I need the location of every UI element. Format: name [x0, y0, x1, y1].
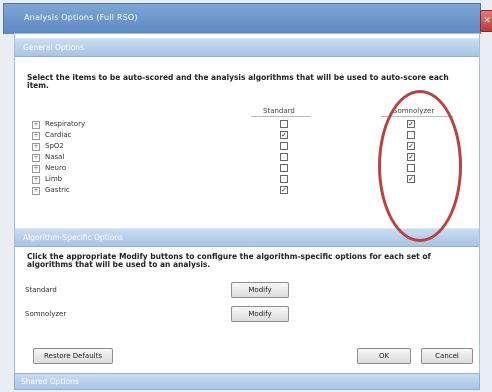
somnolyzer-algorithm-label: Somnolyzer: [25, 310, 67, 318]
close-icon[interactable]: ✕: [480, 10, 492, 32]
shared-options-label: Shared Options: [21, 377, 79, 386]
title-bar[interactable]: Analysis Options (Full RSO): [3, 3, 481, 34]
expand-icon[interactable]: +: [32, 132, 40, 140]
expand-icon[interactable]: +: [32, 121, 40, 129]
annotation-circle: [378, 90, 462, 242]
item-label: Gastric: [45, 186, 70, 194]
standard-checkbox[interactable]: [280, 142, 288, 150]
standard-checkbox[interactable]: [280, 186, 288, 194]
expand-icon[interactable]: +: [32, 165, 40, 173]
item-label: Neuro: [45, 164, 66, 172]
standard-checkbox[interactable]: [280, 131, 288, 139]
algorithm-instructions: Click the appropriate Modify buttons to …: [27, 252, 431, 269]
general-options-header[interactable]: General Options: [15, 38, 479, 57]
item-label: Nasal: [45, 153, 65, 161]
item-label: Limb: [45, 175, 63, 183]
standard-algorithm-label: Standard: [25, 286, 57, 294]
standard-checkbox[interactable]: [280, 175, 288, 183]
item-label: Cardiac: [45, 131, 72, 139]
general-instructions: Select the items to be auto-scored and t…: [27, 73, 449, 90]
cancel-button[interactable]: Cancel: [421, 348, 473, 364]
expand-icon[interactable]: +: [32, 154, 40, 162]
column-header-standard: Standard: [263, 107, 295, 115]
general-options-title: General Options: [23, 43, 84, 52]
modify-standard-button[interactable]: Modify: [231, 282, 289, 298]
expand-icon[interactable]: +: [32, 143, 40, 151]
standard-checkbox[interactable]: [280, 120, 288, 128]
expand-icon[interactable]: +: [32, 176, 40, 184]
dialog-frame: Analysis Options (Full RSO) ✕ General Op…: [0, 0, 492, 392]
ok-button[interactable]: OK: [357, 348, 411, 364]
standard-column-divider: [251, 116, 311, 117]
window-title: Analysis Options (Full RSO): [24, 13, 138, 22]
standard-checkbox[interactable]: [280, 164, 288, 172]
standard-checkbox[interactable]: [280, 153, 288, 161]
modify-somnolyzer-button[interactable]: Modify: [231, 306, 289, 322]
item-label: Respiratory: [45, 120, 86, 128]
restore-defaults-button[interactable]: Restore Defaults: [33, 348, 113, 364]
shared-options-bar[interactable]: Shared Options: [14, 373, 480, 390]
expand-icon[interactable]: +: [32, 187, 40, 195]
algorithm-options-title: Algorithm-Specific Options: [23, 233, 123, 242]
item-label: SpO2: [45, 142, 64, 150]
